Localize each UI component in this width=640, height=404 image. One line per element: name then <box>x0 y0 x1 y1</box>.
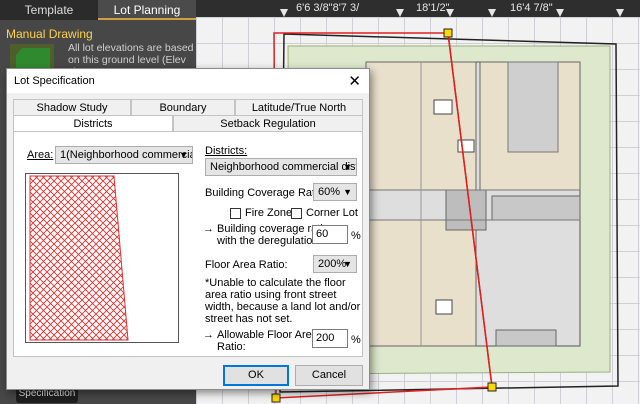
districts-select-value: Neighborhood commercial distr <box>210 161 357 173</box>
panel-tabs: Template Lot Planning <box>0 0 196 20</box>
far-label: Floor Area Ratio: <box>205 259 288 271</box>
lot-specification-dialog: Lot Specification ✕ Shadow Study Boundar… <box>6 68 370 390</box>
ruler-marker-icon <box>488 9 496 17</box>
close-icon[interactable]: ✕ <box>348 72 361 90</box>
lot-shape <box>29 175 129 341</box>
districts-select[interactable]: Neighborhood commercial distr ▼ <box>205 158 357 176</box>
lot-preview <box>25 173 179 343</box>
ruler: 6'6 3/8"8'7 3/ 18'1/2" 16'4 7/8" <box>196 0 640 17</box>
ruler-label: 18'1/2" <box>416 2 450 14</box>
ruler-marker-icon <box>396 9 404 17</box>
allowable-label-2: Ratio: <box>217 341 246 353</box>
cancel-button[interactable]: Cancel <box>295 365 363 386</box>
ruler-label: 6'6 3/8"8'7 3/ <box>296 2 360 14</box>
arrow-right-icon: → <box>203 223 214 235</box>
chevron-down-icon: ▼ <box>343 162 352 172</box>
vertex-handle[interactable] <box>443 28 453 38</box>
corner-lot-label: Corner Lot <box>306 207 358 219</box>
bcr-select[interactable]: 60% ▼ <box>313 183 357 201</box>
chevron-down-icon: ▼ <box>343 259 352 269</box>
dereg-input[interactable]: 60 <box>312 225 348 244</box>
dialog-titlebar[interactable]: Lot Specification ✕ <box>7 69 369 93</box>
ruler-label: 16'4 7/8" <box>510 2 553 14</box>
vertex-handle[interactable] <box>487 382 497 392</box>
ruler-marker-icon <box>616 9 624 17</box>
dereg-label-2: with the deregulations: <box>217 235 328 247</box>
tab-lot-planning[interactable]: Lot Planning <box>98 0 196 20</box>
vertex-handle[interactable] <box>271 393 281 403</box>
allowable-input[interactable]: 200 <box>312 329 348 348</box>
allowable-percent: % <box>351 334 361 346</box>
corner-lot-checkbox[interactable] <box>291 208 302 219</box>
ruler-marker-icon <box>556 9 564 17</box>
area-select-value: 1(Neighborhood commercia <box>60 149 193 161</box>
far-select-value: 200% <box>318 258 347 270</box>
ok-button[interactable]: OK <box>223 365 289 386</box>
chevron-down-icon: ▼ <box>343 187 352 197</box>
bcr-label: Building Coverage Ratio: <box>205 187 327 199</box>
far-note: *Unable to calculate the floor area rati… <box>205 277 361 325</box>
tab-template[interactable]: Template <box>0 0 98 20</box>
bcr-select-value: 60% <box>318 186 341 198</box>
ruler-marker-icon <box>280 9 288 17</box>
districts-label: Districts: <box>205 145 248 157</box>
allowable-label: Allowable Floor Area <box>217 329 318 341</box>
ruler-marker-icon <box>446 9 454 17</box>
far-select[interactable]: 200% ▼ <box>313 255 357 273</box>
arrow-right-icon: → <box>203 329 214 341</box>
fire-zone-label: Fire Zone <box>245 207 293 219</box>
dereg-percent: % <box>351 230 361 242</box>
area-label: Area: <box>27 149 54 161</box>
chevron-down-icon: ▼ <box>179 150 188 160</box>
fire-zone-checkbox[interactable] <box>230 208 241 219</box>
manual-drawing-title: Manual Drawing <box>6 27 93 41</box>
dialog-title: Lot Specification <box>14 75 95 87</box>
area-select[interactable]: 1(Neighborhood commercia ▼ <box>55 146 193 164</box>
